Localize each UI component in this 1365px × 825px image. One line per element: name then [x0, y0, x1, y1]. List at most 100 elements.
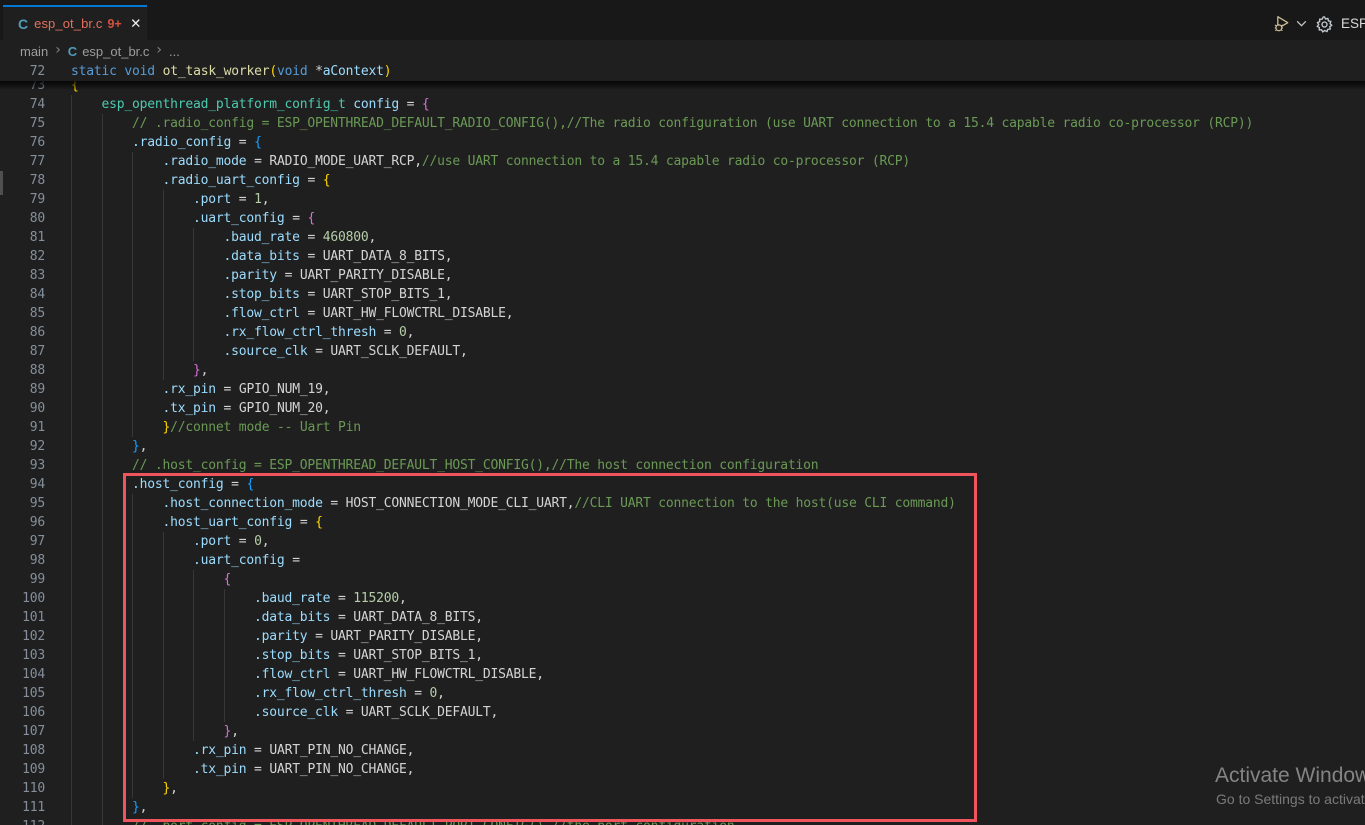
code-token: 0 — [399, 325, 407, 340]
line-number: 82 — [0, 247, 45, 266]
line-number: 72 — [0, 62, 45, 81]
code-line: 90 .tx_pin = GPIO_NUM_20, — [0, 399, 1365, 418]
code-token: UART_PARITY_DISABLE, — [300, 268, 453, 283]
code-token: ( — [269, 64, 277, 79]
breadcrumb-item-main[interactable]: main — [20, 44, 48, 59]
breadcrumb-item-file[interactable]: esp_ot_br.c — [82, 44, 149, 59]
line-number: 86 — [0, 323, 45, 342]
code-token: = — [399, 97, 422, 112]
line-number: 97 — [0, 532, 45, 551]
code-token: //use UART connection to a 15.4 capable … — [422, 154, 910, 169]
red-annotation-box — [123, 473, 977, 822]
code-token: UART_SCLK_DEFAULT, — [330, 344, 467, 359]
code-text: .data_bits = UART_DATA_8_BITS, — [71, 247, 452, 266]
code-token: = — [300, 249, 323, 264]
code-token: = — [300, 230, 323, 245]
sticky-scroll-shadow — [0, 81, 1365, 90]
code-token: = — [216, 401, 239, 416]
code-line: 79 .port = 1, — [0, 190, 1365, 209]
chevron-right-icon: › — [55, 42, 61, 58]
code-line: 85 .flow_ctrl = UART_HW_FLOWCTRL_DISABLE… — [0, 304, 1365, 323]
code-token: UART_DATA_8_BITS, — [323, 249, 453, 264]
code-line: 92 }, — [0, 437, 1365, 456]
code-token: = — [231, 192, 254, 207]
code-token: = — [376, 325, 399, 340]
code-text: // .host_config = ESP_OPENTHREAD_DEFAULT… — [71, 456, 818, 475]
code-text: .rx_pin = GPIO_NUM_19, — [71, 380, 330, 399]
code-token: = — [277, 268, 300, 283]
line-number: 79 — [0, 190, 45, 209]
code-token: ot_task_worker — [163, 64, 270, 79]
code-token: .port — [193, 192, 231, 207]
code-token: 1 — [254, 192, 262, 207]
code-line: 89 .rx_pin = GPIO_NUM_19, — [0, 380, 1365, 399]
code-token: ) — [384, 64, 392, 79]
code-text: .rx_flow_ctrl_thresh = 0, — [71, 323, 414, 342]
line-number: 102 — [0, 627, 45, 646]
code-token: .stop_bits — [224, 287, 300, 302]
code-token: = — [246, 154, 269, 169]
code-text: .radio_config = { — [71, 133, 262, 152]
code-text: .radio_uart_config = { — [71, 171, 330, 190]
editor-actions: ESP- — [0, 5, 1365, 40]
gear-icon[interactable] — [1315, 15, 1334, 34]
code-token: // .radio_config = ESP_OPENTHREAD_DEFAUL… — [132, 116, 1253, 131]
line-number: 92 — [0, 437, 45, 456]
run-or-debug-icon[interactable] — [1274, 14, 1293, 33]
code-text: // .radio_config = ESP_OPENTHREAD_DEFAUL… — [71, 114, 1253, 133]
line-number: 94 — [0, 475, 45, 494]
code-text: esp_openthread_platform_config_t config … — [71, 95, 430, 114]
line-number: 100 — [0, 589, 45, 608]
code-token: { — [323, 173, 331, 188]
breadcrumb-item-more[interactable]: ... — [169, 44, 180, 59]
line-number: 99 — [0, 570, 45, 589]
code-text: .tx_pin = GPIO_NUM_20, — [71, 399, 330, 418]
code-token: static — [71, 64, 117, 79]
line-number: 93 — [0, 456, 45, 475]
code-token: 460800 — [323, 230, 369, 245]
code-token: = — [300, 306, 323, 321]
code-token: .radio_uart_config — [163, 173, 300, 188]
line-number: 107 — [0, 722, 45, 741]
line-number: 80 — [0, 209, 45, 228]
run-dropdown-chevron-icon[interactable] — [1295, 17, 1308, 30]
code-token: = — [216, 382, 239, 397]
sticky-scroll-widget[interactable]: 72static void ot_task_worker(void *aCont… — [0, 62, 1365, 81]
line-number: 95 — [0, 494, 45, 513]
code-token: GPIO_NUM_19, — [239, 382, 331, 397]
code-token: UART_HW_FLOWCTRL_DISABLE, — [323, 306, 514, 321]
code-token: = — [307, 344, 330, 359]
code-token: .parity — [224, 268, 277, 283]
code-token: { — [254, 135, 262, 150]
line-number: 109 — [0, 760, 45, 779]
code-text: }, — [71, 437, 147, 456]
code-token: , — [262, 192, 270, 207]
sticky-code-line: 72static void ot_task_worker(void *aCont… — [0, 62, 1365, 81]
code-text: }//connet mode -- Uart Pin — [71, 418, 361, 437]
esp-extension-action-label[interactable]: ESP- — [1341, 16, 1365, 31]
code-text: .stop_bits = UART_STOP_BITS_1, — [71, 285, 452, 304]
watermark-title: Activate Windows — [1215, 764, 1365, 788]
code-token: void — [277, 64, 308, 79]
code-token: , — [407, 325, 415, 340]
line-number: 75 — [0, 114, 45, 133]
line-number: 110 — [0, 779, 45, 798]
line-number: 89 — [0, 380, 45, 399]
code-token: { — [422, 97, 430, 112]
code-token: } — [132, 439, 140, 454]
code-line: 78 .radio_uart_config = { — [0, 171, 1365, 190]
line-number: 88 — [0, 361, 45, 380]
line-number: 104 — [0, 665, 45, 684]
line-number: 108 — [0, 741, 45, 760]
code-token: .source_clk — [224, 344, 308, 359]
line-number: 87 — [0, 342, 45, 361]
code-text: .port = 1, — [71, 190, 269, 209]
chevron-right-icon: › — [156, 42, 162, 58]
code-token: } — [193, 363, 201, 378]
code-line: 81 .baud_rate = 460800, — [0, 228, 1365, 247]
line-number: 98 — [0, 551, 45, 570]
code-text: .radio_mode = RADIO_MODE_UART_RCP,//use … — [71, 152, 910, 171]
code-token: // .host_config = ESP_OPENTHREAD_DEFAULT… — [132, 458, 818, 473]
code-text: .flow_ctrl = UART_HW_FLOWCTRL_DISABLE, — [71, 304, 513, 323]
code-token: esp_openthread_platform_config_t — [102, 97, 346, 112]
